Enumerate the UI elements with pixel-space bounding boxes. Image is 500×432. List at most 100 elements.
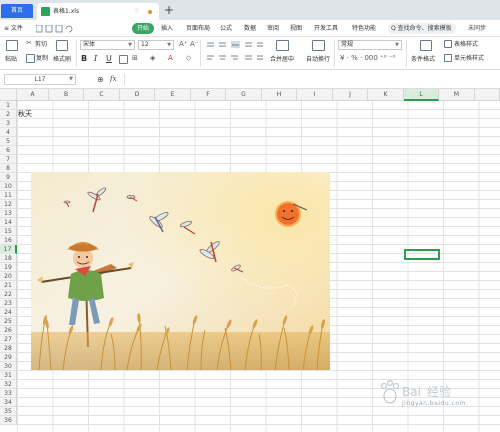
- column-header-m[interactable]: M: [439, 89, 475, 101]
- font-name-select[interactable]: 宋体 ▼: [80, 40, 135, 50]
- table-style-button[interactable]: 表格样式: [454, 40, 478, 49]
- wrap-text-button[interactable]: 自动换行: [306, 55, 330, 64]
- row-header-18[interactable]: 18: [0, 254, 17, 263]
- row-header-33[interactable]: 33: [0, 389, 17, 398]
- column-header-g[interactable]: G: [226, 89, 262, 101]
- row-header-6[interactable]: 6: [0, 146, 17, 155]
- column-header-i[interactable]: I: [297, 89, 333, 101]
- row-header-31[interactable]: 31: [0, 371, 17, 380]
- border-icon[interactable]: [119, 55, 128, 64]
- row-header-10[interactable]: 10: [0, 182, 17, 191]
- row-header-19[interactable]: 19: [0, 263, 17, 272]
- row-header-30[interactable]: 30: [0, 362, 17, 371]
- paste-icon[interactable]: [6, 40, 18, 51]
- conditional-format-button[interactable]: 条件格式: [411, 55, 435, 64]
- underline-button[interactable]: U: [106, 54, 112, 64]
- formula-input[interactable]: [124, 74, 500, 85]
- column-header-a[interactable]: A: [17, 89, 49, 101]
- column-header-h[interactable]: H: [262, 89, 297, 101]
- row-header-5[interactable]: 5: [0, 137, 17, 146]
- column-header-f[interactable]: F: [191, 89, 226, 101]
- column-header-d[interactable]: D: [120, 89, 155, 101]
- wrap-text-icon[interactable]: [312, 40, 325, 51]
- tab-document[interactable]: 表格1.xls ♡: [37, 3, 159, 20]
- bold-button[interactable]: B: [81, 54, 87, 64]
- row-header-29[interactable]: 29: [0, 353, 17, 362]
- menu-formulas[interactable]: 公式: [220, 23, 232, 34]
- row-header-7[interactable]: 7: [0, 155, 17, 164]
- row-header-9[interactable]: 9: [0, 173, 17, 182]
- conditional-format-icon[interactable]: [420, 40, 432, 51]
- row-header-21[interactable]: 21: [0, 281, 17, 290]
- menu-page-layout[interactable]: 页面布局: [186, 23, 210, 34]
- alignment-icons[interactable]: [205, 41, 265, 65]
- row-header-20[interactable]: 20: [0, 272, 17, 281]
- italic-button[interactable]: I: [94, 54, 97, 64]
- format-painter-icon[interactable]: [56, 40, 68, 51]
- paste-button[interactable]: 粘贴: [5, 55, 17, 64]
- menu-start[interactable]: 开始: [132, 23, 155, 34]
- tab-pin-icon[interactable]: ♡: [134, 6, 139, 17]
- cell-style-button[interactable]: 单元格样式: [454, 54, 484, 63]
- row-header-35[interactable]: 35: [0, 407, 17, 416]
- row-header-13[interactable]: 13: [0, 209, 17, 218]
- row-header-25[interactable]: 25: [0, 317, 17, 326]
- column-header-c[interactable]: C: [84, 89, 120, 101]
- cell-a2[interactable]: 秋天: [18, 110, 32, 119]
- row-header-8[interactable]: 8: [0, 164, 17, 173]
- grow-font-icon[interactable]: A⁺: [179, 40, 187, 49]
- row-header-26[interactable]: 26: [0, 326, 17, 335]
- row-header-22[interactable]: 22: [0, 290, 17, 299]
- sync-status[interactable]: 未同步: [468, 23, 486, 34]
- inserted-picture-autumn-scarecrow[interactable]: [31, 172, 330, 370]
- merge-center-icon[interactable]: [276, 40, 289, 51]
- merge-icon[interactable]: ⊞: [132, 54, 138, 63]
- column-header-b[interactable]: B: [49, 89, 84, 101]
- menu-developer[interactable]: 开发工具: [314, 23, 338, 34]
- cut-button[interactable]: 剪切: [35, 40, 47, 49]
- row-header-14[interactable]: 14: [0, 218, 17, 227]
- merge-center-button[interactable]: 合并居中: [270, 55, 294, 64]
- row-header-17[interactable]: 17: [0, 245, 17, 254]
- row-header-27[interactable]: 27: [0, 335, 17, 344]
- select-all-corner[interactable]: [0, 89, 17, 101]
- tab-home[interactable]: 首页: [1, 4, 33, 18]
- zoom-icon[interactable]: ⊕: [97, 74, 104, 85]
- menu-insert[interactable]: 插入: [161, 23, 173, 34]
- row-header-12[interactable]: 12: [0, 200, 17, 209]
- column-header-k[interactable]: K: [368, 89, 404, 101]
- fill-color-icon[interactable]: ◈: [150, 54, 155, 63]
- row-header-2[interactable]: 2: [0, 110, 17, 119]
- row-header-11[interactable]: 11: [0, 191, 17, 200]
- row-header-36[interactable]: 36: [0, 416, 17, 425]
- font-color-icon[interactable]: A: [168, 54, 173, 63]
- font-size-select[interactable]: 12 ▼: [138, 40, 174, 50]
- shrink-font-icon[interactable]: A⁻: [190, 40, 198, 49]
- insert-function-button[interactable]: fx: [110, 74, 117, 85]
- name-box[interactable]: L17 ▼: [4, 74, 76, 85]
- menu-special[interactable]: 特色功能: [352, 23, 376, 34]
- row-header-3[interactable]: 3: [0, 119, 17, 128]
- quick-access-icons[interactable]: [36, 25, 76, 33]
- column-header-j[interactable]: J: [333, 89, 368, 101]
- row-header-16[interactable]: 16: [0, 236, 17, 245]
- row-header-1[interactable]: 1: [0, 101, 17, 110]
- menu-data[interactable]: 数据: [244, 23, 256, 34]
- format-painter-button[interactable]: 格式刷: [53, 55, 71, 64]
- active-cell-selection[interactable]: [404, 249, 440, 260]
- row-header-28[interactable]: 28: [0, 344, 17, 353]
- command-search-input[interactable]: Q 查找命令、搜索模板: [388, 23, 456, 34]
- number-format-icons[interactable]: ¥ · % · 000 ⁺⁰ ⁻⁰: [340, 54, 395, 63]
- number-format-select[interactable]: 常规 ▼: [338, 40, 402, 50]
- row-header-34[interactable]: 34: [0, 398, 17, 407]
- menu-file[interactable]: ≡ 文件: [4, 23, 23, 34]
- column-header-l[interactable]: L: [404, 89, 439, 101]
- column-header-e[interactable]: E: [155, 89, 191, 101]
- copy-button[interactable]: 复制: [36, 54, 48, 63]
- menu-view[interactable]: 视图: [290, 23, 302, 34]
- row-header-32[interactable]: 32: [0, 380, 17, 389]
- menu-review[interactable]: 审阅: [267, 23, 279, 34]
- row-header-24[interactable]: 24: [0, 308, 17, 317]
- row-header-15[interactable]: 15: [0, 227, 17, 236]
- new-tab-button[interactable]: +: [164, 3, 174, 17]
